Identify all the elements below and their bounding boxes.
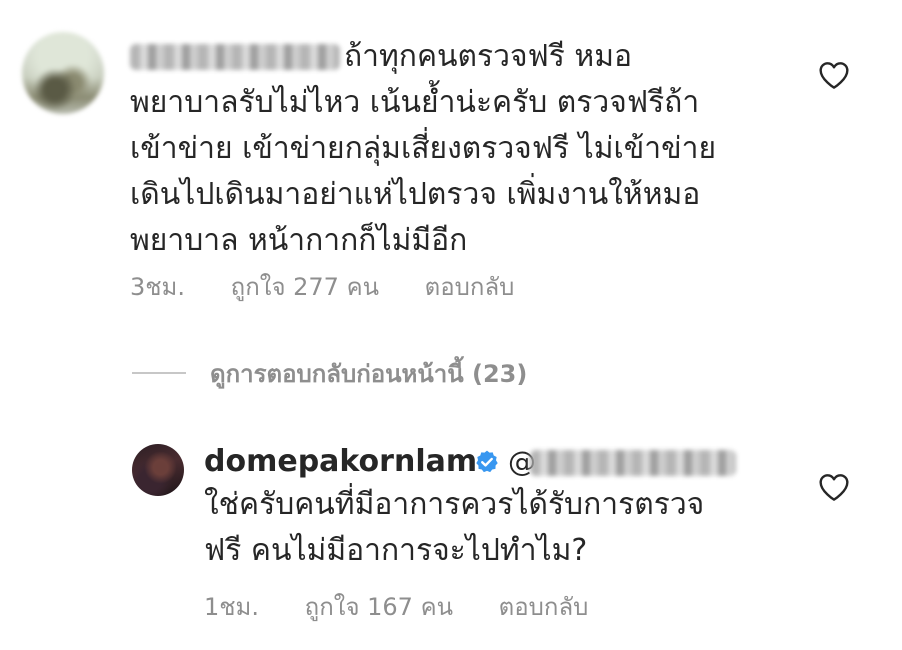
reply-button[interactable]: ตอบกลับ [425,273,515,301]
comment-text-line: เข้าข่าย เข้าข่ายกลุ่มเสี่ยงตรวจฟรี ไม่เ… [130,131,717,166]
view-replies-label: ดูการตอบกลับก่อนหน้านี้ (23) [210,359,528,388]
avatar[interactable] [132,444,184,496]
reply-button[interactable]: ตอบกลับ [499,593,589,621]
heart-outline-icon[interactable] [818,472,850,502]
comment-text-line: ถ้าทุกคนตรวจฟรี หมอ [344,39,633,74]
blurred-username[interactable] [130,44,340,70]
divider [132,372,186,374]
verified-badge-icon [476,450,498,473]
comment-text-line: พยาบาลรับไม่ไหว เน้นย้ำน่ะครับ ตรวจฟรีถ้… [130,85,700,120]
comment-text-line: พยาบาล หน้ากากก็ไม่มีอีก [130,223,468,258]
username-link[interactable]: domepakornlam [204,442,477,482]
comment-time: 3ชม. [130,273,186,301]
comment-text-line: ใช่ครับคนที่มีอาการควรได้รับการตรวจ [204,487,705,522]
heart-outline-icon[interactable] [818,60,850,90]
view-previous-replies-button[interactable]: ดูการตอบกลับก่อนหน้านี้ (23) [132,356,527,390]
like-count-link[interactable]: ถูกใจ 167 คน [305,593,453,621]
comment-time: 1ชม. [204,593,260,621]
comment-text-line: ฟรี คนไม่มีอาการจะไปทำไม? [204,533,588,568]
blurred-mention[interactable] [530,450,736,476]
comment-meta: 3ชม. ถูกใจ 277 คน ตอบกลับ [130,272,552,302]
comment-meta: 1ชม. ถูกใจ 167 คน ตอบกลับ [204,592,626,622]
like-count-link[interactable]: ถูกใจ 277 คน [231,273,379,301]
comment-text-line: เดินไปเดินมาอย่าแห่ไปตรวจ เพิ่มงานให้หมอ [130,177,701,212]
avatar[interactable] [22,32,104,114]
